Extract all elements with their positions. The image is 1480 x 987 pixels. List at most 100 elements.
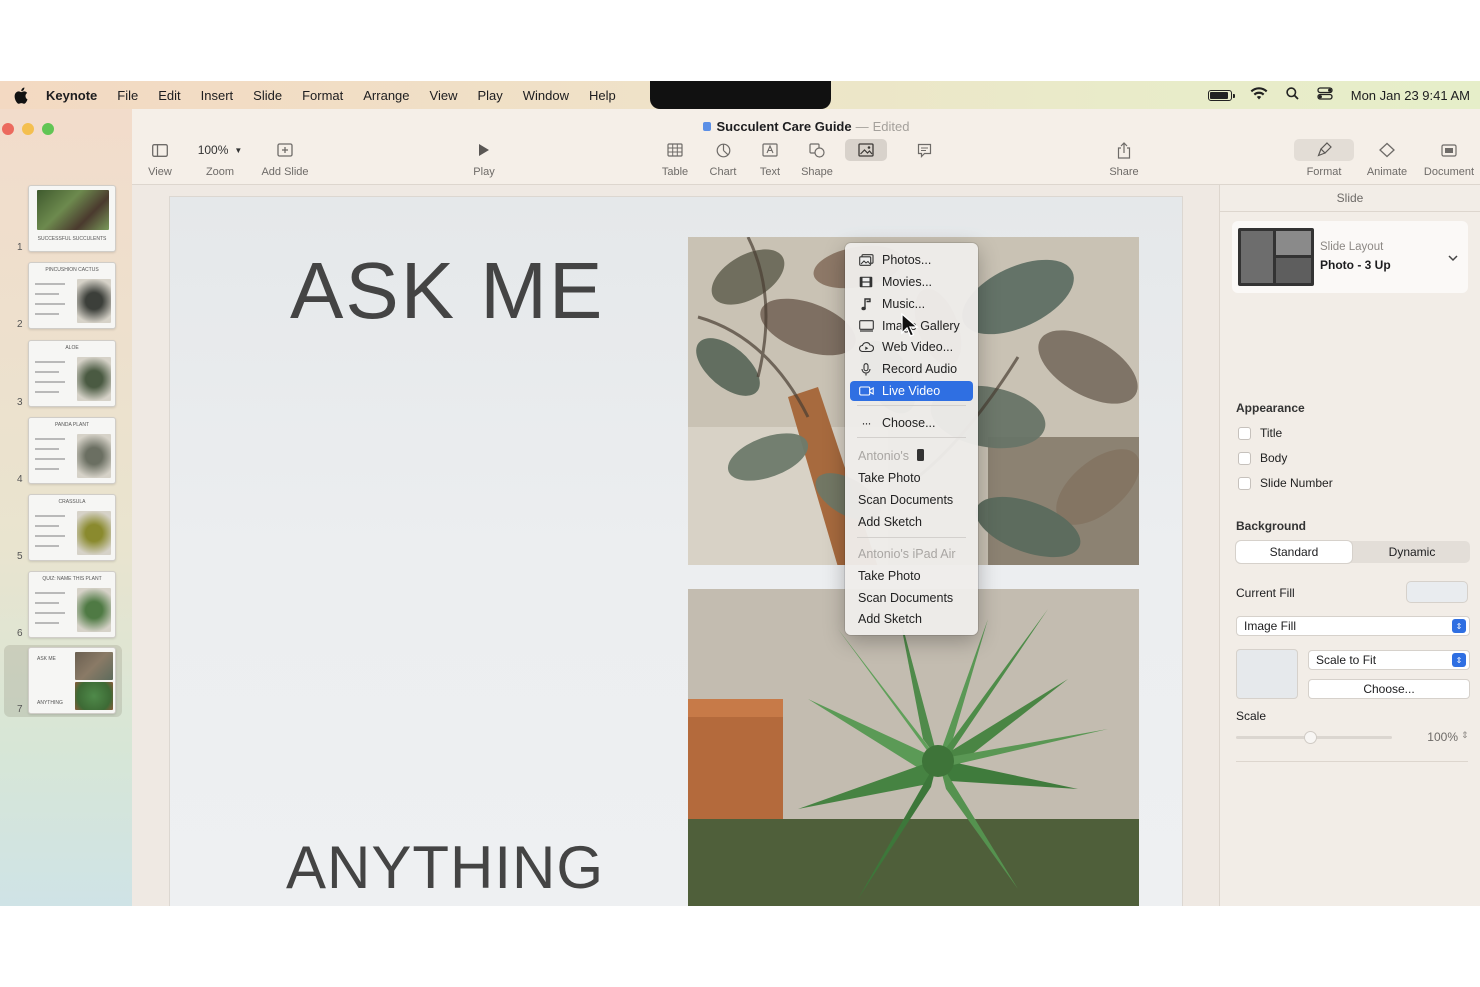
slide-thumbnail-row[interactable]: 3 ALOE <box>0 338 132 410</box>
slide-thumbnail-text-line <box>35 361 65 363</box>
scale-stepper[interactable]: ⇕ <box>1461 730 1469 741</box>
fill-type-popup[interactable]: Image Fill ⇕ <box>1236 616 1470 636</box>
menu-format[interactable]: Format <box>292 88 353 103</box>
view-button[interactable]: View <box>144 139 176 178</box>
apple-menu-icon[interactable] <box>12 86 30 104</box>
menu-slide[interactable]: Slide <box>243 88 292 103</box>
battery-icon[interactable] <box>1207 89 1235 101</box>
body-checkbox[interactable] <box>1238 451 1251 465</box>
slide-thumbnail-row[interactable]: 6 QUIZ: NAME THIS PLANT <box>0 569 132 641</box>
minimize-window-button[interactable] <box>22 123 34 135</box>
menu-help[interactable]: Help <box>579 88 626 103</box>
wifi-icon[interactable] <box>1250 87 1268 103</box>
slide-thumbnail[interactable]: ALOE <box>28 340 116 407</box>
slide[interactable]: ASK ME ANYTHING <box>170 197 1182 906</box>
play-button[interactable]: Play <box>468 139 500 178</box>
slide-title[interactable]: ASK ME <box>290 245 604 337</box>
scale-mode-popup[interactable]: Scale to Fit ⇕ <box>1308 650 1470 670</box>
menu-item-add-sketch-iphone[interactable]: Add Sketch <box>850 512 973 532</box>
animate-button[interactable]: Animate <box>1363 139 1411 178</box>
scale-slider[interactable] <box>1236 731 1392 744</box>
slide-thumbnail[interactable]: ASK ME ANYTHING <box>28 647 116 714</box>
menu-item-live-video[interactable]: Live Video <box>850 381 973 401</box>
slide-number-checkbox-row[interactable]: Slide Number <box>1238 476 1333 490</box>
zoom-control[interactable]: 100% ▼ Zoom <box>192 139 248 178</box>
inspector-panel: Slide Slide Layout Photo - 3 Up Appearan… <box>1219 185 1480 906</box>
scale-slider-knob[interactable] <box>1304 731 1317 744</box>
slide-thumbnail-row[interactable]: 1 SUCCESSFUL SUCCULENTS <box>0 183 132 255</box>
body-checkbox-row[interactable]: Body <box>1238 451 1287 465</box>
menu-item-photos[interactable]: Photos... <box>850 250 973 270</box>
choose-image-button[interactable]: Choose... <box>1308 679 1470 699</box>
slide-thumbnail-text-line <box>35 381 65 383</box>
menu-clock[interactable]: Mon Jan 23 9:41 AM <box>1351 88 1470 103</box>
menu-view[interactable]: View <box>420 88 468 103</box>
shape-button[interactable]: Shape <box>799 139 835 178</box>
format-label: Format <box>1306 166 1342 178</box>
menu-insert[interactable]: Insert <box>191 88 244 103</box>
menu-edit[interactable]: Edit <box>148 88 190 103</box>
slide-thumbnail[interactable]: SUCCESSFUL SUCCULENTS <box>28 185 116 252</box>
comment-button[interactable] <box>908 139 940 161</box>
media-button[interactable] <box>845 139 887 161</box>
menu-arrange[interactable]: Arrange <box>353 88 419 103</box>
background-dynamic-option[interactable]: Dynamic <box>1354 541 1470 563</box>
scale-value[interactable]: 100% <box>1406 730 1458 744</box>
menu-item-choose[interactable]: ··· Choose... <box>850 413 973 433</box>
chart-button[interactable]: Chart <box>706 139 740 178</box>
menu-item-movies[interactable]: Movies... <box>850 272 973 292</box>
slide-thumbnail-row[interactable]: 4 PANDA PLANT <box>0 415 132 487</box>
slide-layout-picker[interactable]: Slide Layout Photo - 3 Up <box>1232 221 1468 293</box>
add-slide-label: Add Slide <box>261 166 309 178</box>
slide-thumbnail-image <box>77 434 111 478</box>
ellipsis-icon: ··· <box>861 416 872 430</box>
zoom-popup[interactable]: 100% ▼ <box>192 141 249 159</box>
text-button[interactable]: Text <box>753 139 787 178</box>
slide-number-checkbox[interactable] <box>1238 476 1251 490</box>
slide-canvas[interactable]: ASK ME ANYTHING <box>132 185 1219 906</box>
fill-type-value: Image Fill <box>1244 619 1297 633</box>
zoom-window-button[interactable] <box>42 123 54 135</box>
search-icon[interactable] <box>1286 87 1299 103</box>
control-center-icon[interactable] <box>1317 87 1333 103</box>
table-button[interactable]: Table <box>658 139 692 178</box>
slide-thumbnail[interactable]: CRASSULA <box>28 494 116 561</box>
menu-item-add-sketch-ipad[interactable]: Add Sketch <box>850 609 973 629</box>
document-button[interactable]: Document <box>1420 139 1478 178</box>
title-checkbox[interactable] <box>1238 426 1251 440</box>
image-fill-preview[interactable] <box>1236 649 1298 699</box>
menu-play[interactable]: Play <box>467 88 512 103</box>
appearance-heading: Appearance <box>1236 401 1305 415</box>
current-fill-swatch[interactable] <box>1406 581 1468 603</box>
menu-item-scan-documents-ipad[interactable]: Scan Documents <box>850 588 973 608</box>
slide-thumbnail-row[interactable]: 5 CRASSULA <box>0 492 132 564</box>
slide-thumbnail[interactable]: PANDA PLANT <box>28 417 116 484</box>
close-window-button[interactable] <box>2 123 14 135</box>
menu-separator <box>857 437 966 438</box>
menu-item-music[interactable]: Music... <box>850 294 973 314</box>
photo-agave-plant[interactable] <box>688 589 1139 906</box>
background-standard-option[interactable]: Standard <box>1236 541 1352 563</box>
media-insert-menu: Photos... Movies... Music... Image Galle… <box>845 243 978 635</box>
menu-app-name[interactable]: Keynote <box>46 88 107 103</box>
menu-item-take-photo-ipad[interactable]: Take Photo <box>850 566 973 586</box>
menu-item-scan-documents-iphone[interactable]: Scan Documents <box>850 490 973 510</box>
slide-thumbnail[interactable]: PINCUSHION CACTUS <box>28 262 116 329</box>
slide-thumbnail-image <box>75 652 113 680</box>
slide-thumbnail[interactable]: QUIZ: NAME THIS PLANT <box>28 571 116 638</box>
photos-icon <box>858 253 874 267</box>
menu-file[interactable]: File <box>107 88 148 103</box>
inspector-tab-slide[interactable]: Slide <box>1220 191 1480 205</box>
menu-window[interactable]: Window <box>513 88 579 103</box>
slide-thumbnail-row[interactable]: 7 ASK ME ANYTHING <box>4 645 122 717</box>
share-button[interactable]: Share <box>1106 139 1142 178</box>
add-slide-button[interactable]: Add Slide <box>258 139 312 178</box>
title-checkbox-row[interactable]: Title <box>1238 426 1282 440</box>
menu-item-record-audio[interactable]: Record Audio <box>850 359 973 379</box>
slide-thumbnail-row[interactable]: 2 PINCUSHION CACTUS <box>0 260 132 332</box>
slide-thumbnail-text-line <box>35 545 59 547</box>
slide-body[interactable]: ANYTHING <box>286 833 604 902</box>
menu-item-take-photo-iphone[interactable]: Take Photo <box>850 468 973 488</box>
format-button[interactable]: Format <box>1294 139 1354 178</box>
device-header-iphone-label: Antonio's <box>858 449 910 463</box>
